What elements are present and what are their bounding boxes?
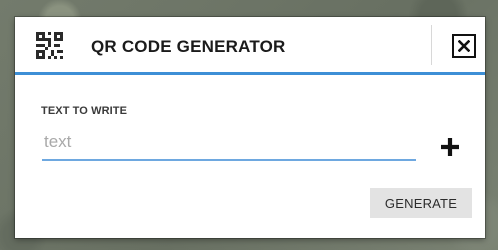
text-to-write-label: TEXT TO WRITE	[41, 105, 128, 117]
dialog-titlebar: QR CODE GENERATOR	[15, 17, 485, 75]
generate-button[interactable]: GENERATE	[370, 188, 472, 218]
qr-code-icon	[36, 32, 63, 59]
titlebar-divider	[431, 25, 432, 65]
close-button[interactable]	[452, 34, 476, 58]
text-input[interactable]	[42, 131, 416, 161]
qr-generator-dialog: QR CODE GENERATOR TEXT TO WRITE GENERATE	[15, 17, 485, 238]
plus-icon[interactable]	[439, 136, 461, 158]
dialog-title: QR CODE GENERATOR	[91, 37, 286, 56]
close-icon	[458, 40, 470, 52]
